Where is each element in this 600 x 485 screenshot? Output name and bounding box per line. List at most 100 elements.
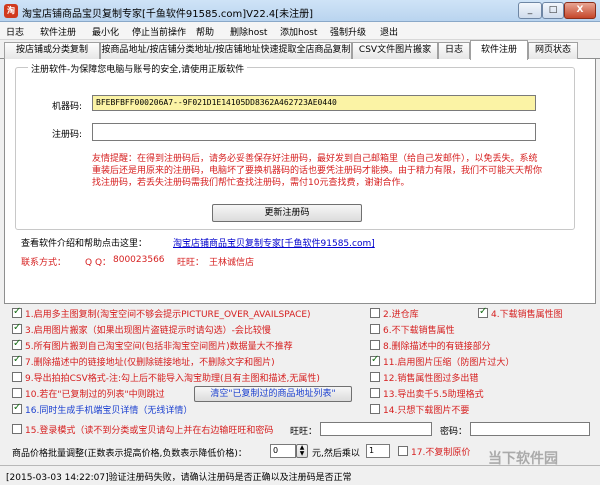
option-5-label: 5.所有图片搬到自己淘宝空间(包括非淘宝空间图片)数据量大不推荐 bbox=[25, 342, 293, 352]
option-14[interactable]: 14.只想下载图片不要 bbox=[370, 404, 469, 417]
menu-force-upgrade[interactable]: 强制升级 bbox=[330, 25, 366, 38]
tab-shop-copy[interactable]: 按店铺或分类复制 bbox=[4, 42, 100, 59]
status-bar: [2015-03-03 14:22:07]验证注册码失败，请确认注册码是否正确以… bbox=[0, 465, 600, 485]
checkbox-6[interactable] bbox=[370, 324, 380, 334]
wangwang-label: 旺旺： bbox=[177, 258, 205, 268]
price-spin-button[interactable]: ▲ ▼ bbox=[296, 444, 308, 458]
update-code-button[interactable]: 更新注册码 bbox=[212, 204, 362, 222]
status-text: [2015-03-03 14:22:07]验证注册码失败，请确认注册码是否正确以… bbox=[6, 473, 352, 483]
option-15-label: 15.登录模式（读不到分类或宝贝请勾上并在右边输旺旺和密码 bbox=[25, 426, 274, 436]
help-link[interactable]: 淘宝店铺商品宝贝复制专家[千鱼软件91585.com] bbox=[173, 236, 375, 249]
option-3[interactable]: 3.启用图片搬家（如果出现图片盗链提示时请勾选）-会比较慢 bbox=[12, 322, 271, 337]
tab-url-copy[interactable]: 按商品地址/按店铺分类地址/按店铺地址快速提取全店商品复制 bbox=[100, 42, 352, 59]
menu-register[interactable]: 软件注册 bbox=[40, 25, 76, 38]
registration-code-label: 注册码: bbox=[52, 130, 83, 140]
tab-csv-images[interactable]: CSV文件图片搬家 bbox=[352, 42, 438, 59]
login-wangwang-input[interactable] bbox=[320, 422, 432, 436]
option-10[interactable]: 10.若在"已复制过的列表"中则跳过 bbox=[12, 388, 165, 401]
checkbox-17[interactable] bbox=[398, 446, 408, 456]
checkbox-5[interactable] bbox=[12, 338, 22, 350]
close-button[interactable]: X bbox=[564, 2, 596, 19]
checkbox-15[interactable] bbox=[12, 424, 22, 434]
option-1-label: 1.启用多主图复制(淘宝空间不够会提示PICTURE_OVER_AVAILSPA… bbox=[25, 310, 311, 320]
contact-label: 联系方式： bbox=[21, 258, 67, 268]
option-4[interactable]: 4.下载销售属性图 bbox=[478, 306, 563, 321]
machine-code-field[interactable]: BFEBFBFF000206A7--9F021D1E14105DD8362A46… bbox=[92, 95, 536, 111]
price-multiplier-input[interactable]: 1 bbox=[366, 444, 390, 458]
option-2[interactable]: 2.进仓库 bbox=[370, 308, 419, 321]
option-17-label: 17.不复制原价 bbox=[411, 448, 471, 458]
option-10-label: 10.若在"已复制过的列表"中则跳过 bbox=[25, 390, 165, 400]
menu-minimize[interactable]: 最小化 bbox=[92, 25, 119, 38]
menu-help[interactable]: 帮助 bbox=[196, 25, 214, 38]
option-17[interactable]: 17.不复制原价 bbox=[398, 446, 470, 459]
tab-webpage-status[interactable]: 网页状态 bbox=[528, 42, 578, 59]
checkbox-11[interactable] bbox=[370, 354, 380, 366]
option-5[interactable]: 5.所有图片搬到自己淘宝空间(包括非淘宝空间图片)数据量大不推荐 bbox=[12, 338, 293, 353]
checkbox-4[interactable] bbox=[478, 306, 488, 318]
checkbox-9[interactable] bbox=[12, 372, 22, 382]
price-unit-label: 元,然后乘以 bbox=[312, 449, 360, 459]
option-13-label: 13.导出卖千5.5助理格式 bbox=[383, 390, 484, 400]
option-16-label: 16.同时生成手机端宝贝详情（无线详情） bbox=[25, 406, 193, 416]
machine-code-label: 机器码: bbox=[52, 102, 83, 112]
menu-log[interactable]: 日志 bbox=[6, 25, 24, 38]
login-password-input[interactable] bbox=[470, 422, 590, 436]
title-bar: 淘 淘宝店铺商品宝贝复制专家[千鱼软件91585.com]V22.4[未注册] … bbox=[0, 0, 600, 22]
menu-add-host[interactable]: 添加host bbox=[280, 25, 317, 38]
option-11[interactable]: 11.启用图片压缩（防图片过大） bbox=[370, 354, 515, 369]
clear-copied-list-button[interactable]: 清空"已复制过的商品地址列表" bbox=[194, 386, 352, 402]
window-title: 淘宝店铺商品宝贝复制专家[千鱼软件91585.com]V22.4[未注册] bbox=[22, 9, 314, 20]
checkbox-2[interactable] bbox=[370, 308, 380, 318]
option-9[interactable]: 9.导出拍拍CSV格式-注:勾上后不能导入淘宝助理(且有主图和描述,无属性) bbox=[12, 372, 320, 385]
help-label: 查看软件介绍和帮助点击这里： bbox=[21, 239, 148, 249]
checkbox-16[interactable] bbox=[12, 402, 22, 414]
wangwang-value: 王林诚信店 bbox=[209, 258, 255, 268]
app-icon: 淘 bbox=[4, 4, 18, 18]
menu-bar: 日志 软件注册 最小化 停止当前操作 帮助 删除host 添加host 强制升级… bbox=[0, 22, 600, 40]
qq-value: 800023566 bbox=[113, 255, 165, 265]
login-password-label: 密码： bbox=[440, 427, 468, 437]
menu-exit[interactable]: 退出 bbox=[380, 25, 398, 38]
option-8-label: 8.删除描述中的有链接部分 bbox=[383, 342, 491, 352]
register-panel: 注册软件-为保障您电脑与账号的安全,请使用正版软件 机器码: BFEBFBFF0… bbox=[4, 59, 596, 304]
menu-stop[interactable]: 停止当前操作 bbox=[132, 25, 186, 38]
maximize-button[interactable]: □ bbox=[542, 2, 564, 19]
friendly-reminder: 友情提醒：在得到注册码后，请务必妥善保存好注册码，最好发到自己邮箱里（给自己发邮… bbox=[92, 154, 543, 188]
tab-bar: 按店铺或分类复制 按商品地址/按店铺分类地址/按店铺地址快速提取全店商品复制 C… bbox=[0, 40, 600, 60]
option-8[interactable]: 8.删除描述中的有链接部分 bbox=[370, 340, 491, 353]
registration-group: 注册软件-为保障您电脑与账号的安全,请使用正版软件 机器码: BFEBFBFF0… bbox=[15, 62, 575, 230]
tab-register[interactable]: 软件注册 bbox=[470, 40, 528, 60]
option-2-label: 2.进仓库 bbox=[383, 310, 419, 320]
option-13[interactable]: 13.导出卖千5.5助理格式 bbox=[370, 388, 484, 401]
qq-label: Q Q： bbox=[85, 258, 112, 268]
checkbox-12[interactable] bbox=[370, 372, 380, 382]
option-7[interactable]: 7.删除描述中的链接地址(仅删除链接地址，不删除文字和图片) bbox=[12, 354, 275, 369]
option-12-label: 12.销售属性图过多出错 bbox=[383, 374, 479, 384]
option-1[interactable]: 1.启用多主图复制(淘宝空间不够会提示PICTURE_OVER_AVAILSPA… bbox=[12, 306, 311, 321]
checkbox-10[interactable] bbox=[12, 388, 22, 398]
minimize-button[interactable]: _ bbox=[518, 2, 542, 19]
option-14-label: 14.只想下载图片不要 bbox=[383, 406, 470, 416]
price-adjust-input[interactable]: 0 bbox=[270, 444, 296, 458]
checkbox-13[interactable] bbox=[370, 388, 380, 398]
checkbox-3[interactable] bbox=[12, 322, 22, 334]
option-7-label: 7.删除描述中的链接地址(仅删除链接地址，不删除文字和图片) bbox=[25, 358, 275, 368]
price-adjust-label: 商品价格批量调整(正数表示提高价格,负数表示降低价格)： bbox=[12, 449, 247, 459]
tab-log[interactable]: 日志 bbox=[438, 42, 470, 59]
registration-legend: 注册软件-为保障您电脑与账号的安全,请使用正版软件 bbox=[28, 62, 248, 75]
checkbox-1[interactable] bbox=[12, 306, 22, 318]
registration-code-input[interactable] bbox=[92, 123, 536, 141]
checkbox-8[interactable] bbox=[370, 340, 380, 350]
checkbox-14[interactable] bbox=[370, 404, 380, 414]
option-6[interactable]: 6.不下载销售属性 bbox=[370, 324, 455, 337]
option-9-label: 9.导出拍拍CSV格式-注:勾上后不能导入淘宝助理(且有主图和描述,无属性) bbox=[25, 374, 320, 384]
option-11-label: 11.启用图片压缩（防图片过大） bbox=[383, 358, 515, 368]
menu-delete-host[interactable]: 删除host bbox=[230, 25, 267, 38]
login-wangwang-label: 旺旺： bbox=[290, 427, 318, 437]
checkbox-7[interactable] bbox=[12, 354, 22, 366]
option-12[interactable]: 12.销售属性图过多出错 bbox=[370, 372, 478, 385]
option-16[interactable]: 16.同时生成手机端宝贝详情（无线详情） bbox=[12, 402, 193, 417]
option-15[interactable]: 15.登录模式（读不到分类或宝贝请勾上并在右边输旺旺和密码 bbox=[12, 424, 273, 437]
option-6-label: 6.不下载销售属性 bbox=[383, 326, 455, 336]
